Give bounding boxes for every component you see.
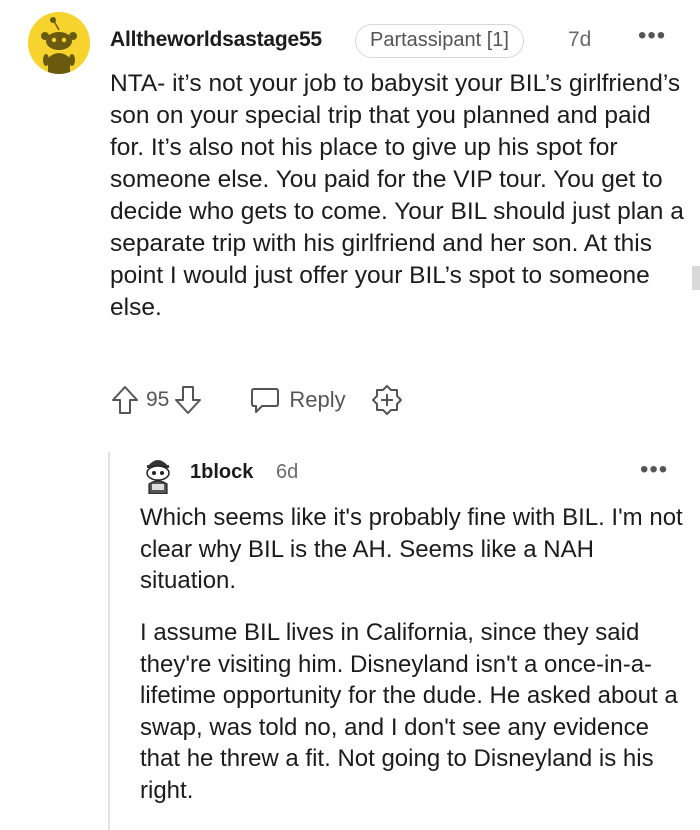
comment-author[interactable]: Alltheworldsastage55 [110,28,322,52]
avatar[interactable] [28,12,90,74]
downvote-icon[interactable] [173,384,203,416]
thread-line[interactable] [108,452,110,830]
comment-timestamp: 6d [276,461,299,483]
snoo-avatar-icon [28,12,90,74]
reply-button[interactable]: Reply [289,387,345,413]
comment-actions: 95 Reply [110,382,404,418]
upvote-icon[interactable] [110,384,140,416]
comment-body: NTA- it’s not your job to babysit your B… [110,70,684,321]
reply-icon[interactable] [249,385,281,415]
user-flair: Partassipant [1] [355,24,524,58]
top-level-comment: Alltheworldsastage55 Partassipant [1] 7d… [0,0,700,430]
comment-body-paragraph: I assume BIL lives in California, since … [140,619,678,804]
avatar[interactable] [140,454,176,495]
award-icon[interactable] [370,383,404,417]
more-dots-icon[interactable]: ••• [640,458,668,482]
comment-timestamp: 7d [568,28,592,51]
snoo-avatar-icon [146,460,170,495]
comment-body-paragraph: Which seems like it's probably fine with… [140,504,683,594]
more-dots-icon[interactable]: ••• [638,24,666,48]
scrollbar-thumb[interactable] [692,266,700,290]
comment-author[interactable]: 1block [190,461,253,484]
vote-score: 95 [146,388,170,411]
